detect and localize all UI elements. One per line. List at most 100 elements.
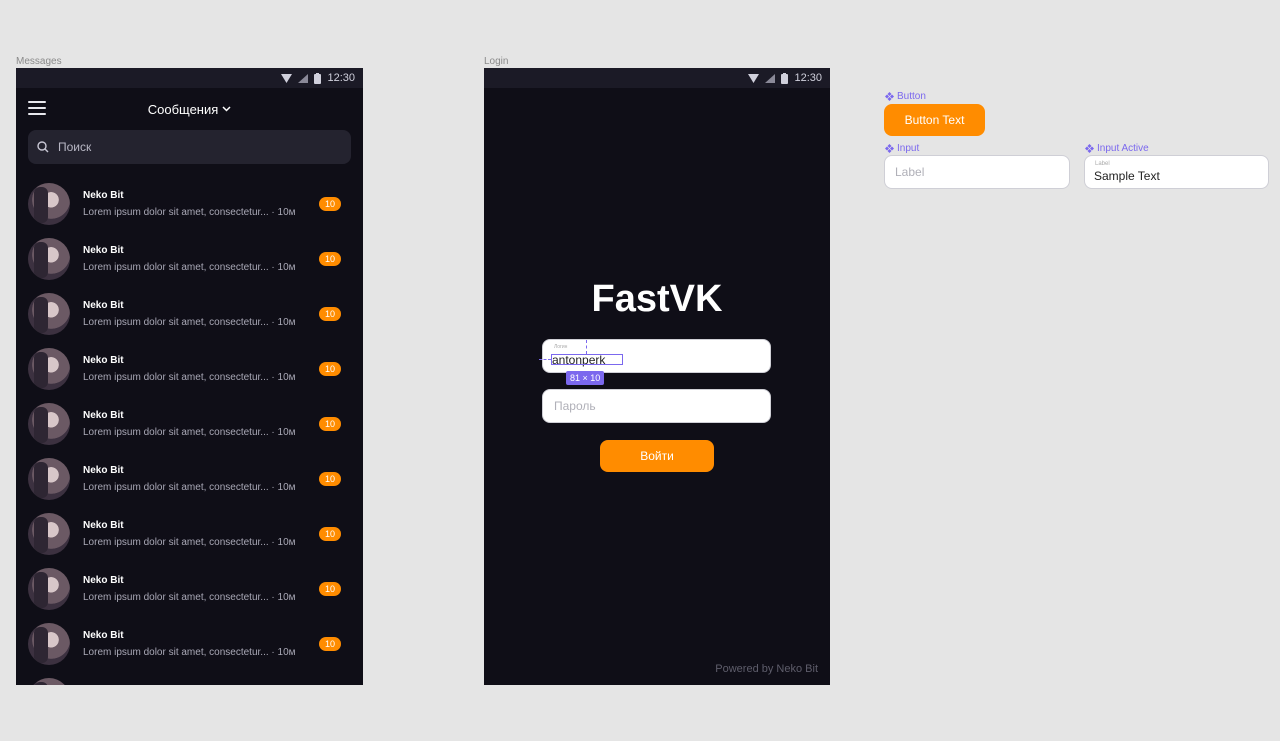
row-text: Neko BitLorem ipsum dolor sit amet, cons… <box>83 685 303 686</box>
status-time: 12:30 <box>794 72 822 84</box>
status-bar: 12:30 <box>16 68 363 88</box>
list-item[interactable]: Neko BitLorem ipsum dolor sit amet, cons… <box>16 671 363 685</box>
unread-badge: 10 <box>319 637 341 651</box>
avatar <box>28 677 70 685</box>
signal-icon <box>298 73 309 83</box>
input-active-component-label: Input Active <box>1085 143 1149 154</box>
contact-name: Neko Bit <box>83 464 124 476</box>
unread-badge: 10 <box>319 307 341 321</box>
login-frame-label: Login <box>484 56 509 67</box>
component-name: Input Active <box>1097 143 1149 154</box>
avatar <box>28 292 70 335</box>
search-bar <box>28 130 351 164</box>
unread-badge: 10 <box>319 527 341 541</box>
row-text: Neko Bit Lorem ipsum dolor sit amet, cons… <box>83 410 303 438</box>
contact-name: Neko Bit <box>83 354 124 366</box>
list-item[interactable]: Neko Bit Lorem ipsum dolor sit amet, cons… <box>16 286 363 341</box>
sample-input-active[interactable]: Label Sample Text <box>1084 155 1269 189</box>
conversation-filter-dropdown[interactable]: Сообщения <box>148 102 232 117</box>
message-preview: Lorem ipsum dolor sit amet, consectetur.… <box>83 206 296 218</box>
unread-badge: 10 <box>319 582 341 596</box>
button-component-label: Button <box>885 91 926 102</box>
row-text: Neko Bit Lorem ipsum dolor sit amet, cons… <box>83 245 303 273</box>
avatar <box>28 622 70 665</box>
component-icon <box>885 92 894 101</box>
input-active-value: Sample Text <box>1094 169 1160 183</box>
battery-icon <box>781 72 789 84</box>
list-item[interactable]: Neko Bit Lorem ipsum dolor sit amet, cons… <box>16 506 363 561</box>
messages-header: Сообщения <box>16 88 363 130</box>
avatar <box>28 402 70 445</box>
row-text: Neko BitLorem ipsum dolor sit amet, cons… <box>83 575 303 603</box>
wifi-icon <box>281 73 293 83</box>
measure-guide-horizontal <box>539 359 551 360</box>
list-item[interactable]: Neko Bit Lorem ipsum dolor sit amet, cons… <box>16 396 363 451</box>
list-item[interactable]: Neko Bit Lorem ipsum dolor sit amet, cons… <box>16 616 363 671</box>
status-bar: 12:30 <box>484 68 830 88</box>
list-item[interactable]: Neko Bit Lorem ipsum dolor sit amet, cons… <box>16 231 363 286</box>
search-input[interactable] <box>58 140 318 154</box>
row-text: Neko Bit Lorem ipsum dolor sit amet, cons… <box>83 355 303 383</box>
battery-icon <box>314 72 322 84</box>
avatar <box>28 457 70 500</box>
contact-name: Neko Bit <box>83 629 124 641</box>
avatar <box>28 567 70 610</box>
page-title: Сообщения <box>147 101 219 117</box>
password-field-wrap <box>542 389 771 423</box>
contact-name: Neko Bit <box>83 244 124 256</box>
row-text: Neko Bit Lorem ipsum dolor sit amet, cons… <box>83 465 303 493</box>
list-item[interactable]: Neko Bit Lorem ipsum dolor sit amet, cons… <box>16 176 363 231</box>
list-item[interactable]: Neko Bit Lorem ipsum dolor sit amet, cons… <box>16 341 363 396</box>
unread-badge: 10 <box>319 417 341 431</box>
message-preview: Lorem ipsum dolor sit amet, consectetur.… <box>83 536 296 548</box>
message-preview: Lorem ipsum dolor sit amet, consectetur.… <box>83 591 296 603</box>
menu-icon[interactable] <box>28 101 46 115</box>
wifi-icon <box>748 73 760 83</box>
unread-badge: 10 <box>319 197 341 211</box>
avatar <box>28 512 70 555</box>
app-title: FastVK <box>591 278 723 320</box>
row-text: Neko Bit Lorem ipsum dolor sit amet, cons… <box>83 520 303 548</box>
component-icon <box>885 144 894 153</box>
list-item[interactable]: Neko Bit Lorem ipsum dolor sit amet, cons… <box>16 451 363 506</box>
messages-frame-label: Messages <box>16 56 62 67</box>
message-preview: Lorem ipsum dolor sit amet, consectetur.… <box>83 371 296 383</box>
selection-outline <box>551 354 623 365</box>
message-preview: Lorem ipsum dolor sit amet, consectetur.… <box>83 646 296 658</box>
unread-badge: 10 <box>319 252 341 266</box>
unread-badge: 10 <box>319 472 341 486</box>
unread-badge: 10 <box>319 362 341 376</box>
login-field[interactable]: Логин antonperk 81 × 10 <box>539 339 771 385</box>
message-preview: Lorem ipsum dolor sit amet, consectetur.… <box>83 261 296 273</box>
avatar <box>28 347 70 390</box>
chevron-down-icon <box>222 106 231 112</box>
sample-button[interactable]: Button Text <box>884 104 985 136</box>
login-button[interactable]: Войти <box>600 440 714 472</box>
contact-name: Neko Bit <box>83 299 124 311</box>
login-screen: 12:30 FastVK Логин antonperk 81 × 10 Вой… <box>484 68 830 685</box>
list-item[interactable]: Neko BitLorem ipsum dolor sit amet, cons… <box>16 561 363 616</box>
conversation-list: Neko Bit Lorem ipsum dolor sit amet, cons… <box>16 176 363 685</box>
contact-name: Neko Bit <box>83 189 124 201</box>
password-field[interactable] <box>543 390 770 422</box>
status-time: 12:30 <box>327 72 355 84</box>
component-name: Button <box>897 91 926 102</box>
contact-name: Neko Bit <box>83 685 303 686</box>
row-text: Neko Bit Lorem ipsum dolor sit amet, cons… <box>83 300 303 328</box>
avatar <box>28 237 70 280</box>
message-preview: Lorem ipsum dolor sit amet, consectetur.… <box>83 426 296 438</box>
search-icon <box>37 141 49 153</box>
messages-screen: 12:30 Сообщения Neko Bit Lorem ipsum dolo… <box>16 68 363 685</box>
message-preview: Lorem ipsum dolor sit amet, consectetur.… <box>83 481 296 493</box>
contact-name: Neko Bit <box>83 409 124 421</box>
row-text: Neko Bit Lorem ipsum dolor sit amet, cons… <box>83 630 303 658</box>
powered-by-footer: Powered by Neko Bit <box>715 663 818 675</box>
dimension-tag: 81 × 10 <box>566 371 605 385</box>
avatar <box>28 182 70 225</box>
message-preview: Lorem ipsum dolor sit amet, consectetur.… <box>83 316 296 328</box>
input-active-mini-label: Label <box>1095 161 1110 167</box>
contact-name: Neko Bit <box>83 519 124 531</box>
login-field-label: Логин <box>554 344 568 350</box>
component-name: Input <box>897 143 920 154</box>
sample-input[interactable] <box>885 156 1069 188</box>
